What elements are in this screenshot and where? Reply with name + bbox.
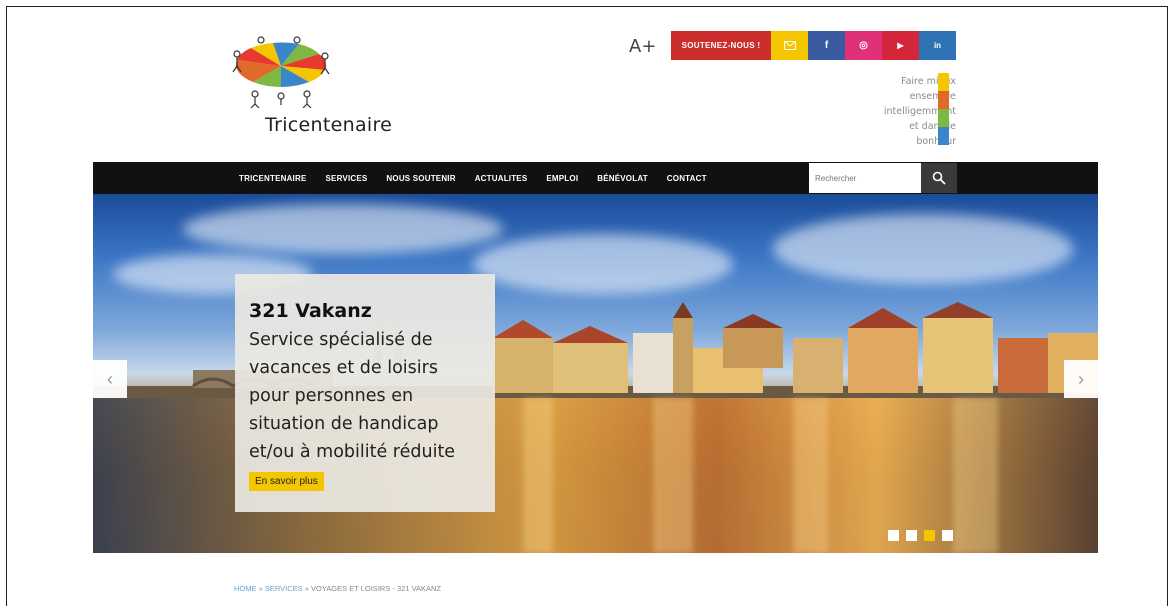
- slide-text-line: situation de handicap: [249, 414, 439, 434]
- nav-items: TRICENTENAIRE SERVICES NOUS SOUTENIR ACT…: [239, 162, 726, 194]
- cloud: [473, 234, 733, 294]
- reflection: [523, 398, 553, 553]
- hero-slider: 321 Vakanz Service spécialisé de vacance…: [93, 194, 1098, 553]
- color-bar: [938, 109, 949, 127]
- nav-item-tricentenaire[interactable]: TRICENTENAIRE: [239, 174, 307, 183]
- chevron-right-icon: ›: [1078, 368, 1084, 389]
- slide-dot[interactable]: [906, 530, 917, 541]
- breadcrumb: HOME » SERVICES » VOYAGES ET LOISIRS - 3…: [234, 584, 441, 593]
- read-more-button[interactable]: En savoir plus: [249, 472, 324, 491]
- breadcrumb-services[interactable]: SERVICES: [265, 584, 303, 593]
- nav-item-emploi[interactable]: EMPLOI: [546, 174, 578, 183]
- instagram-icon: ◎: [859, 40, 868, 51]
- facebook-button[interactable]: f: [808, 31, 845, 60]
- linkedin-button[interactable]: in: [919, 31, 956, 60]
- nav-item-nous-soutenir[interactable]: NOUS SOUTENIR: [386, 174, 455, 183]
- nav-item-actualites[interactable]: ACTUALITES: [475, 174, 528, 183]
- reflection: [653, 398, 693, 553]
- search-input[interactable]: [809, 163, 921, 193]
- cloud: [773, 214, 1073, 284]
- slide-dot[interactable]: [942, 530, 953, 541]
- header-actions: SOUTENEZ-NOUS ! f ◎ ▶ in: [671, 31, 956, 60]
- font-size-increase-button[interactable]: A+: [629, 36, 656, 57]
- logo-name: Tricentenaire: [265, 114, 393, 136]
- reflection: [793, 398, 828, 553]
- color-bar: [938, 127, 949, 145]
- search-button[interactable]: [921, 163, 957, 193]
- nav-item-services[interactable]: SERVICES: [326, 174, 368, 183]
- chevron-left-icon: ‹: [107, 368, 113, 389]
- linkedin-icon: in: [933, 41, 942, 50]
- slide-indicators: [888, 530, 960, 541]
- slide-text-line: vacances et de loisirs: [249, 358, 438, 378]
- breadcrumb-current: VOYAGES ET LOISIRS - 321 VAKANZ: [310, 584, 442, 593]
- slide-caption: 321 Vakanz Service spécialisé de vacance…: [235, 274, 495, 512]
- instagram-button[interactable]: ◎: [845, 31, 882, 60]
- slide-dot[interactable]: [888, 530, 899, 541]
- page: Tricentenaire A+ SOUTENEZ-NOUS ! f ◎ ▶ i…: [93, 0, 1098, 597]
- color-bar: [938, 91, 949, 109]
- next-slide-button[interactable]: ›: [1064, 360, 1098, 398]
- support-button[interactable]: SOUTENEZ-NOUS !: [671, 31, 771, 60]
- youtube-button[interactable]: ▶: [882, 31, 919, 60]
- youtube-icon: ▶: [897, 41, 904, 50]
- slide-dot-active[interactable]: [924, 530, 935, 541]
- search-icon: [932, 171, 946, 185]
- tagline-color-bars: [938, 73, 949, 145]
- slide-title: 321 Vakanz: [249, 300, 372, 322]
- prev-slide-button[interactable]: ‹: [93, 360, 127, 398]
- parachute-logo-icon: [232, 36, 330, 108]
- site-logo[interactable]: Tricentenaire: [231, 36, 401, 146]
- cloud: [183, 204, 503, 254]
- slide-text-line: pour personnes en: [249, 386, 414, 406]
- slide-text-line: et/ou à mobilité réduite: [249, 442, 456, 462]
- nav-item-benevolat[interactable]: BÉNÉVOLAT: [597, 174, 648, 183]
- breadcrumb-home[interactable]: HOME: [234, 584, 257, 593]
- slide-text-line: Service spécialisé de: [249, 330, 433, 350]
- nav-item-contact[interactable]: CONTACT: [667, 174, 707, 183]
- breadcrumb-separator: »: [302, 584, 311, 593]
- newsletter-button[interactable]: [771, 31, 808, 60]
- color-bar: [938, 73, 949, 91]
- breadcrumb-separator: »: [256, 584, 265, 593]
- facebook-icon: f: [824, 40, 829, 51]
- newsletter-icon: [783, 41, 796, 50]
